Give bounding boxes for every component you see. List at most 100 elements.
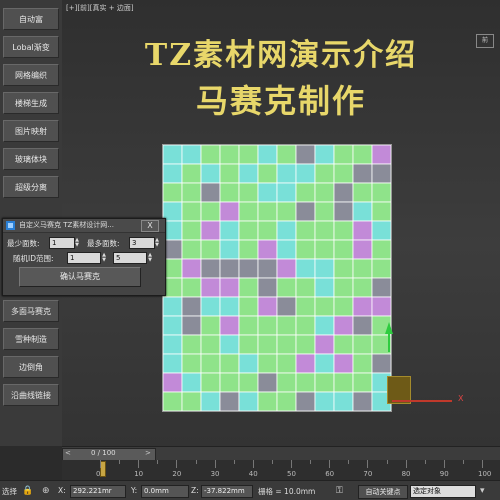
mosaic-plane[interactable] [162,144,392,412]
mosaic-tile [238,182,259,203]
ruler-tick [405,460,407,468]
mosaic-tile [295,239,316,260]
mosaic-tile [163,391,183,411]
selection-set-dropdown[interactable]: 选定对象 [410,485,476,498]
min-faces-field[interactable]: 1 [49,237,75,249]
mosaic-tile [163,296,183,317]
ruler-tick [367,460,369,468]
sidebar-item-stairs[interactable]: 楼梯生成 [3,92,59,114]
max-faces-spinner-arrows[interactable]: ▲ ▼ [154,238,160,248]
auto-key-button[interactable]: 自动关键点 [358,485,408,499]
mosaic-tile [200,258,221,279]
mosaic-tile [257,182,278,203]
mosaic-tile [314,391,335,411]
sidebar-item-mesh-weave[interactable]: 网格编织 [3,64,59,86]
sidebar-item-snow[interactable]: 雪种制造 [3,328,59,350]
overlay-title: TZ素材网演示介绍 [144,38,418,73]
random-id-to-arrows[interactable]: ▲ ▼ [147,253,153,263]
mosaic-tile [163,163,183,184]
sidebar-item-image-map[interactable]: 图片映射 [3,120,59,142]
ruler-label: 80 [401,470,411,478]
mosaic-tile [238,391,259,411]
ruler-tick [157,460,159,464]
mosaic-tile [219,239,240,260]
min-faces-spinner-arrows[interactable]: ▲ ▼ [74,238,80,248]
prev-frame-icon[interactable]: < [65,449,71,457]
mosaic-tile [276,239,297,260]
random-id-from-arrows[interactable]: ▲ ▼ [101,253,107,263]
mosaic-tile [352,182,373,203]
mosaic-tile [219,296,240,317]
mosaic-tile [276,163,297,184]
max-faces-field[interactable]: 3 [129,237,155,249]
sidebar-item-super-detach[interactable]: 超级分离 [3,176,59,198]
mosaic-tile [276,315,297,336]
close-button[interactable]: X [141,220,159,232]
x-axis-gizmo[interactable] [392,400,452,402]
y-axis-gizmo[interactable] [385,322,393,352]
sidebar-item-glass-block[interactable]: 玻璃体块 [3,148,59,170]
mosaic-tile [333,239,354,260]
sidebar-item-curve-link[interactable]: 沿曲线链接 [3,384,59,406]
sidebar-item-auto[interactable]: 自动富 [3,8,59,30]
mosaic-tile [295,391,316,411]
mosaic-tile [219,372,240,393]
key-icon[interactable]: ⚿ [336,485,343,497]
timeline-ruler[interactable]: 0 10 20 30 40 50 60 70 80 90 100 [62,460,500,480]
mosaic-tile [181,391,202,411]
mosaic-tile [333,296,354,317]
next-frame-icon[interactable]: > [145,449,151,457]
mosaic-tile [200,220,221,241]
sidebar-item-multi-mosaic[interactable]: 多面马赛克 [3,300,59,322]
sidebar-item-edge-chamfer[interactable]: 边倒角 [3,356,59,378]
mosaic-tile [352,258,373,279]
ruler-tick [482,460,483,468]
ruler-tick [100,460,101,468]
mosaic-tile [219,277,240,298]
lock-icon[interactable]: 🔒 [22,485,33,497]
mosaic-tile [238,258,259,279]
mosaic-tile [333,163,354,184]
z-coord-field[interactable]: -37.822mm [201,485,253,498]
mosaic-tile [219,220,240,241]
mosaic-tile [276,372,297,393]
dialog-titlebar[interactable]: 自定义马赛克 TZ素材设计网... X [3,219,165,233]
x-coord-field[interactable]: 292.221mr [70,485,126,498]
mosaic-tile [333,145,354,165]
time-slider-track[interactable]: < 0 / 100 > [62,446,500,461]
dropdown-arrow-icon[interactable]: ▾ [480,485,485,497]
viewport-label[interactable]: [+][前][真实 + 边面] [66,3,134,13]
mosaic-tile [371,258,391,279]
mosaic-tile [181,182,202,203]
mosaic-tile [352,145,373,165]
mosaic-tile [200,277,221,298]
mosaic-tile [200,239,221,260]
mosaic-tile [238,372,259,393]
min-faces-label: 最少面数: [7,239,40,248]
mosaic-tile [276,220,297,241]
mosaic-tile [352,220,373,241]
random-id-from-field[interactable]: 1 [67,252,101,264]
random-id-to-field[interactable]: 5 [113,252,147,264]
ruler-label: 0 [96,470,101,478]
sidebar-item-gradient[interactable]: Lobal渐变 [3,36,59,58]
mosaic-tile [200,391,221,411]
mosaic-tile [238,334,259,355]
y-coord-field[interactable]: 0.0mm [141,485,189,498]
mosaic-tile [181,220,202,241]
mosaic-tile [257,296,278,317]
ruler-tick [329,460,331,468]
mosaic-tile [181,277,202,298]
mosaic-tile [295,182,316,203]
mosaic-tile [181,296,202,317]
transform-mode-icon[interactable]: ⊕ [42,485,50,497]
mosaic-tile [333,372,354,393]
mosaic-tile [352,201,373,222]
confirm-mosaic-button[interactable]: 确认马赛克 [19,267,141,287]
mosaic-tile [276,258,297,279]
ruler-tick [271,460,273,464]
mosaic-tile [200,296,221,317]
mosaic-tile [314,296,335,317]
mosaic-tile [219,334,240,355]
mosaic-tile [314,353,335,374]
